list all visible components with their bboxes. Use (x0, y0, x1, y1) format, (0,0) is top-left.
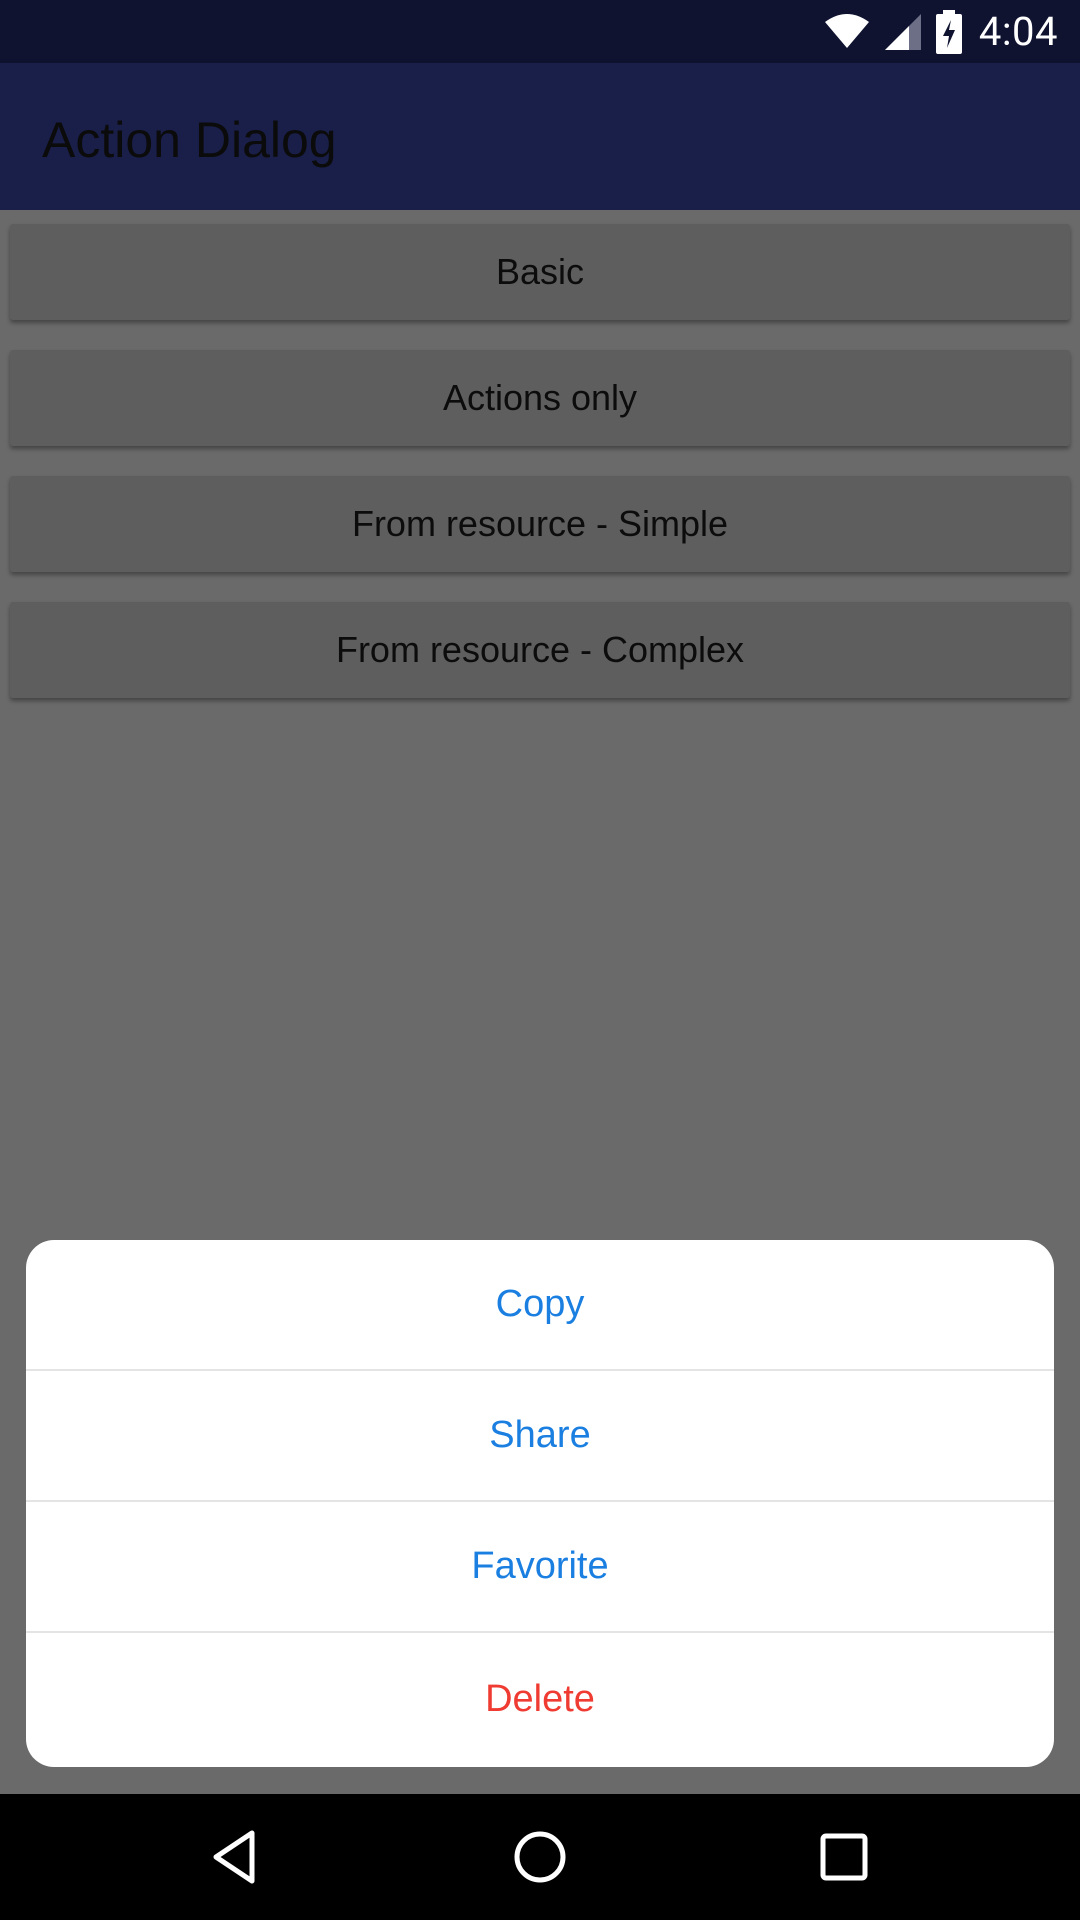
page-title: Action Dialog (42, 112, 337, 168)
favorite-action[interactable]: Favorite (26, 1502, 1054, 1633)
status-bar: 4:04 (0, 0, 1080, 63)
delete-action[interactable]: Delete (26, 1633, 1054, 1766)
recents-icon[interactable] (806, 1819, 882, 1895)
action-dialog: Copy Share Favorite Delete (26, 1240, 1054, 1767)
signal-icon (883, 12, 923, 52)
navigation-bar (0, 1794, 1080, 1920)
app-bar: Action Dialog (0, 63, 1080, 210)
from-resource-simple-button[interactable]: From resource - Simple (10, 476, 1070, 572)
basic-button[interactable]: Basic (10, 224, 1070, 320)
from-resource-complex-button[interactable]: From resource - Complex (10, 602, 1070, 698)
share-action[interactable]: Share (26, 1371, 1054, 1502)
back-icon[interactable] (198, 1819, 274, 1895)
battery-charging-icon (935, 9, 963, 54)
status-time: 4:04 (978, 8, 1058, 55)
home-icon[interactable] (502, 1819, 578, 1895)
wifi-icon (823, 13, 871, 50)
copy-action[interactable]: Copy (26, 1240, 1054, 1371)
actions-only-button[interactable]: Actions only (10, 350, 1070, 446)
